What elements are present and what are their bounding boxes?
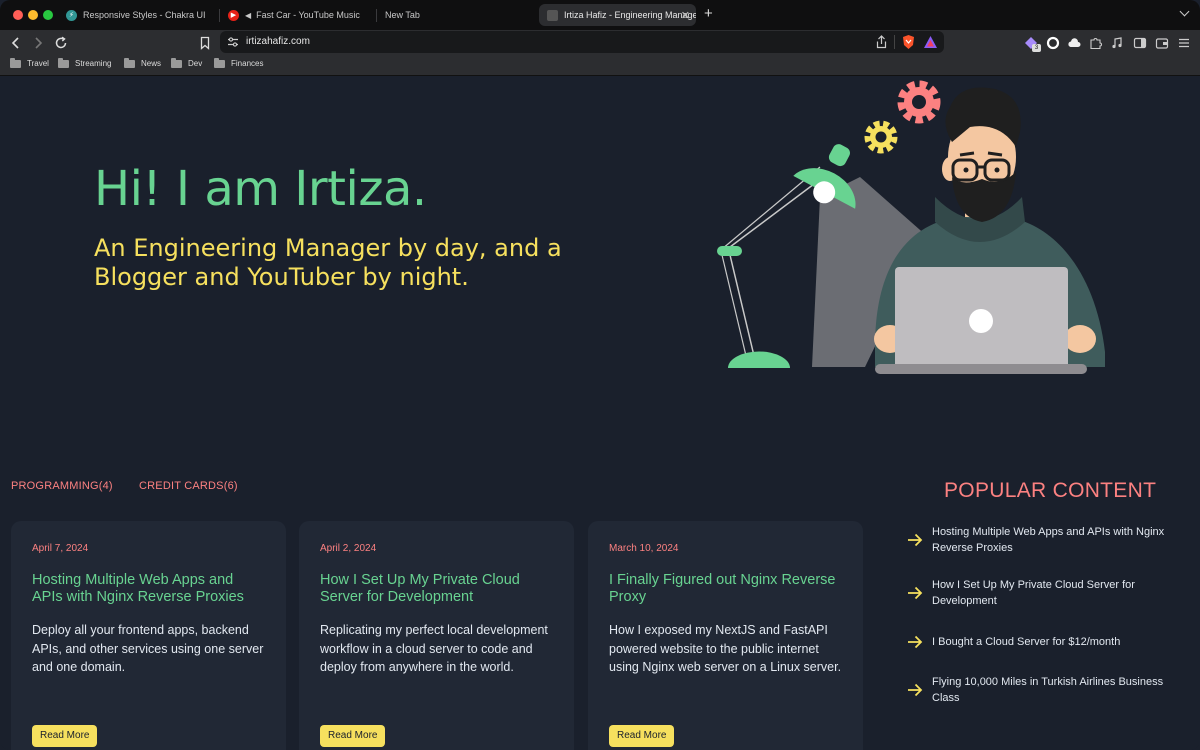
post-date: March 10, 2024: [609, 543, 679, 554]
post-title-link[interactable]: I Finally Figured out Nginx Reverse Prox…: [609, 572, 844, 605]
chakra-icon: ⚡: [66, 9, 77, 21]
close-tab-icon[interactable]: ✕: [681, 9, 690, 22]
post-date: April 2, 2024: [320, 543, 377, 554]
popular-item-title: How I Set Up My Private Cloud Server for…: [932, 579, 1135, 607]
browser-toolbar: irtizahafiz.com 3: [0, 30, 1200, 56]
bookmark-label: Streaming: [75, 59, 112, 68]
category-credit-cards-link[interactable]: CREDIT CARDS(6): [139, 480, 238, 492]
post-title-link[interactable]: Hosting Multiple Web Apps and APIs with …: [32, 572, 267, 605]
wallet-icon[interactable]: [1155, 36, 1169, 50]
browser-window: ⚡ Responsive Styles - Chakra UI ▶ ◀ Fast…: [0, 0, 1200, 750]
site-settings-icon[interactable]: [227, 36, 239, 48]
forward-arrow-icon[interactable]: [30, 35, 46, 51]
read-more-button[interactable]: Read More: [609, 725, 675, 747]
bookmark-label: News: [141, 59, 162, 68]
post-description: Deploy all your frontend apps, backend A…: [32, 623, 264, 674]
bookmark-label: Finances: [231, 59, 264, 68]
brave-shields-icon[interactable]: [901, 34, 916, 50]
hero-subtitle: An Engineering Manager by day, and a Blo…: [94, 234, 562, 291]
tab-title: Responsive Styles - Chakra UI: [83, 10, 206, 20]
gear-red-icon: [897, 80, 941, 124]
post-card: April 7, 2024 Hosting Multiple Web Apps …: [11, 521, 286, 750]
extension-circle-icon[interactable]: [1046, 36, 1060, 50]
folder-icon: [58, 57, 69, 68]
maximize-window-button[interactable]: [43, 10, 53, 20]
popular-item-link[interactable]: How I Set Up My Private Cloud Server for…: [906, 577, 1186, 609]
arrow-right-icon: [908, 683, 923, 697]
tab-irtiza-hafiz[interactable]: Irtiza Hafiz - Engineering Manager ✕: [539, 4, 696, 26]
bookmark-folder-news[interactable]: News: [124, 57, 162, 68]
bookmark-label: Travel: [27, 59, 49, 68]
minimize-window-button[interactable]: [28, 10, 38, 20]
post-card: April 2, 2024 How I Set Up My Private Cl…: [299, 521, 574, 750]
tab-title: New Tab: [385, 10, 420, 20]
lamp-base: [728, 351, 790, 368]
post-card: March 10, 2024 I Finally Figured out Ngi…: [588, 521, 863, 750]
bookmark-folder-streaming[interactable]: Streaming: [58, 57, 112, 68]
bookmarks-bar: Travel Streaming News Dev Finances: [0, 56, 1200, 76]
post-description: How I exposed my NextJS and FastAPI powe…: [609, 623, 842, 674]
popular-content-heading: POPULAR CONTENT: [944, 479, 1157, 502]
youtube-music-icon: ▶: [228, 9, 239, 21]
new-tab-button[interactable]: +: [704, 5, 713, 23]
puzzle-extensions-icon[interactable]: [1089, 36, 1103, 50]
folder-icon: [171, 57, 182, 68]
sidebar-toggle-icon[interactable]: [1133, 36, 1147, 50]
lamp-joint: [717, 246, 742, 256]
arrow-right-icon: [908, 635, 923, 649]
url-text: irtizahafiz.com: [246, 36, 310, 47]
developer-illustration: [717, 80, 1105, 374]
share-icon[interactable]: [875, 35, 888, 49]
tab-youtube-music[interactable]: ▶ ◀ Fast Car - YouTube Music: [220, 4, 375, 26]
hero-title: Hi! I am Irtiza.: [94, 161, 427, 217]
speaker-icon[interactable]: ◀: [245, 11, 251, 20]
popular-item-link[interactable]: Flying 10,000 Miles in Turkish Airlines …: [906, 674, 1186, 706]
folder-icon: [124, 57, 135, 68]
tab-strip: ⚡ Responsive Styles - Chakra UI ▶ ◀ Fast…: [0, 0, 1200, 30]
post-date: April 7, 2024: [32, 543, 89, 554]
read-more-button[interactable]: Read More: [32, 725, 98, 747]
bookmark-folder-travel[interactable]: Travel: [10, 57, 49, 68]
arrow-right-icon: [908, 533, 923, 547]
folder-icon: [214, 57, 225, 68]
popular-item-link[interactable]: Hosting Multiple Web Apps and APIs with …: [906, 524, 1186, 556]
laptop-logo: [969, 309, 993, 333]
read-more-button[interactable]: Read More: [320, 725, 386, 747]
music-note-icon[interactable]: [1110, 36, 1124, 50]
url-divider: [894, 35, 895, 49]
bookmark-icon[interactable]: [197, 35, 213, 51]
folder-icon: [10, 57, 21, 68]
tab-title: Irtiza Hafiz - Engineering Manager: [564, 10, 696, 20]
post-title-link[interactable]: How I Set Up My Private Cloud Server for…: [320, 572, 555, 605]
web-page: Hi! I am Irtiza. An Engineering Manager …: [0, 77, 1200, 750]
tab-chakra[interactable]: ⚡ Responsive Styles - Chakra UI: [58, 4, 218, 26]
tab-new-tab[interactable]: New Tab: [377, 4, 537, 26]
cloud-icon[interactable]: [1067, 36, 1081, 50]
gear-yellow-icon: [864, 120, 898, 154]
menu-icon[interactable]: [1177, 36, 1191, 50]
tab-title: Fast Car - YouTube Music: [256, 10, 360, 20]
address-bar[interactable]: irtizahafiz.com: [220, 31, 944, 53]
back-arrow-icon[interactable]: [8, 35, 24, 51]
brave-rewards-icon[interactable]: [923, 35, 938, 49]
person-hand: [1064, 325, 1096, 353]
reload-icon[interactable]: [53, 35, 69, 51]
post-description: Replicating my perfect local development…: [320, 623, 548, 674]
popular-item-title: Flying 10,000 Miles in Turkish Airlines …: [932, 676, 1164, 704]
bookmark-label: Dev: [188, 59, 203, 68]
arrow-right-icon: [908, 586, 923, 600]
popular-item-title: I Bought a Cloud Server for $12/month: [932, 636, 1121, 648]
extension-count-badge: 3: [1032, 44, 1041, 52]
category-programming-link[interactable]: PROGRAMMING(4): [11, 480, 113, 492]
popular-item-link[interactable]: I Bought a Cloud Server for $12/month: [906, 633, 1186, 651]
lamp-arm: [729, 254, 756, 361]
tab-list-chevron-icon[interactable]: [1179, 6, 1190, 17]
bookmark-folder-finances[interactable]: Finances: [214, 57, 264, 68]
popular-item-title: Hosting Multiple Web Apps and APIs with …: [932, 526, 1165, 554]
bookmark-folder-dev[interactable]: Dev: [171, 57, 203, 68]
site-favicon-icon: [547, 9, 558, 21]
laptop-base: [875, 364, 1087, 374]
close-window-button[interactable]: [13, 10, 23, 20]
